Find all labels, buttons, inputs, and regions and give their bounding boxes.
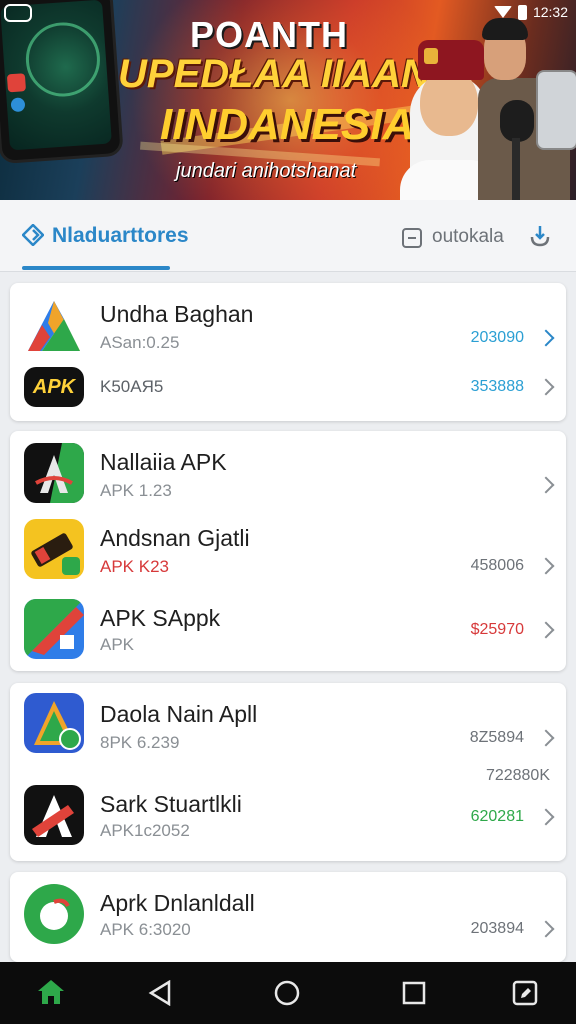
- chevron-right-icon: [537, 920, 555, 938]
- chevron-right-icon: [537, 729, 555, 747]
- app-size: 203090: [470, 329, 524, 346]
- chevron-right-icon: [537, 808, 555, 826]
- app-icon-green-circle: [24, 884, 84, 944]
- app-name: APK SAppk: [100, 605, 221, 631]
- home-circle-icon[interactable]: [274, 980, 300, 1006]
- app-version: 8PK 6.239: [100, 733, 180, 752]
- banner-handheld-phone: [536, 70, 576, 150]
- app-icon-battery: [24, 519, 84, 579]
- edit-icon[interactable]: [512, 980, 538, 1006]
- app-size: 8Z5894: [469, 729, 524, 746]
- app-name: Undha Baghan: [100, 301, 254, 327]
- list-item[interactable]: Nallaiia APK APK 1.23: [10, 441, 566, 513]
- app-icon-play-arrow: [24, 693, 84, 753]
- app-version: APK 6:3020: [100, 920, 191, 939]
- banner-phone-image: [0, 0, 124, 165]
- app-size: 620281: [470, 808, 524, 825]
- app-version: K50AЯ5: [100, 377, 164, 396]
- app-card: Undha Baghan ASan:0.25 203090 APK K50AЯ5…: [10, 283, 566, 421]
- app-size: 203894: [470, 920, 524, 937]
- app-size: 353888: [470, 378, 524, 395]
- list-item[interactable]: Daola Nain Apll 8PK 6.239 8Z5894: [10, 693, 566, 765]
- app-name: Nallaiia APK: [100, 449, 227, 475]
- chevron-right-icon: [537, 329, 555, 347]
- status-time: 12:32: [532, 4, 568, 20]
- apk-badge-icon: APK: [24, 367, 84, 407]
- microphone-stand: [512, 138, 520, 200]
- chevron-right-icon: [537, 557, 555, 575]
- app-card: Aprk Dnlanldall APK 6:3020 203894: [10, 872, 566, 962]
- back-icon[interactable]: [148, 980, 172, 1006]
- download-icon[interactable]: [528, 224, 552, 248]
- banner-subtitle: jundari anihotshanat: [176, 160, 357, 182]
- app-icon-triangle: [24, 295, 84, 355]
- app-version: APK: [100, 635, 135, 654]
- status-bar: 12:32: [493, 2, 568, 22]
- app-size: 458006: [470, 557, 524, 574]
- chevron-right-icon: [537, 378, 555, 396]
- tab-active-indicator: [22, 266, 170, 270]
- list-item[interactable]: Andsnan Gjatli APK K23 458006: [10, 517, 566, 589]
- app-name: Daola Nain Apll: [100, 701, 258, 727]
- banner-title-line3: IINDANESIA: [160, 100, 415, 149]
- list-item[interactable]: APK K50AЯ5 353888: [10, 365, 566, 415]
- microphone-icon: [500, 100, 534, 142]
- app-version: APK 1.23: [100, 481, 172, 500]
- tab-active-label[interactable]: Nladuarttores: [52, 224, 189, 248]
- app-icon-a-logo: [24, 443, 84, 503]
- recents-icon[interactable]: [402, 981, 426, 1005]
- list-item[interactable]: Sark Stuartlkli APK1c2052 620281: [10, 783, 566, 855]
- app-card: Nallaiia APK APK 1.23 Andsnan Gjatli APK…: [10, 431, 566, 671]
- app-icon-a-red: [24, 785, 84, 845]
- app-name: Aprk Dnlanldall: [100, 890, 255, 916]
- wifi-icon: [493, 6, 512, 18]
- chevron-right-icon: [537, 621, 555, 639]
- diamond-icon: [22, 224, 44, 246]
- battery-icon: [517, 4, 527, 20]
- app-name: Andsnan Gjatli: [100, 525, 250, 551]
- list-item[interactable]: Undha Baghan ASan:0.25 203090: [10, 295, 566, 365]
- app-icon-play-store: [24, 599, 84, 659]
- tab-second-label[interactable]: outokala: [432, 226, 504, 248]
- chevron-right-icon: [537, 476, 555, 494]
- navigation-bar: [0, 962, 576, 1024]
- list-item[interactable]: APK SAppk APK $25970: [10, 595, 566, 667]
- app-version: ASan:0.25: [100, 333, 180, 352]
- app-logo-icon: [4, 4, 32, 22]
- banner-title-line1: POANTH: [190, 14, 348, 55]
- app-size: $25970: [470, 621, 524, 638]
- home-icon[interactable]: [36, 978, 66, 1006]
- app-version: APK1c2052: [100, 821, 190, 840]
- app-version: APK K23: [100, 557, 169, 576]
- promo-banner[interactable]: POANTH UPEDŁAA IIAANA IINDANESIA jundari…: [0, 0, 576, 200]
- minus-box-icon: [402, 228, 422, 248]
- list-item[interactable]: Aprk Dnlanldall APK 6:3020 203894: [10, 884, 566, 956]
- app-name: Sark Stuartlkli: [100, 791, 242, 817]
- app-card: Daola Nain Apll 8PK 6.239 8Z5894 722880K…: [10, 683, 566, 861]
